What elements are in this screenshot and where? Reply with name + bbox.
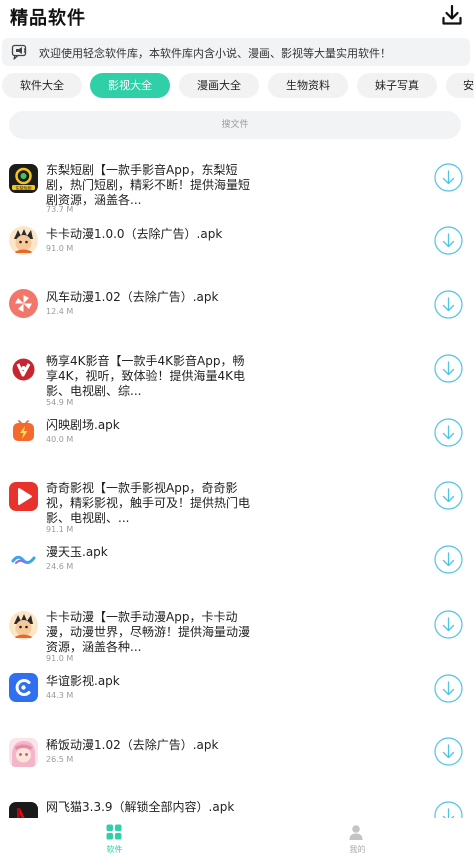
notice-bar: 欢迎使用轻念软件库，本软件库内含小说、漫画、影视等大量实用软件！ xyxy=(2,38,470,66)
download-icon[interactable] xyxy=(434,418,463,447)
user-icon xyxy=(348,824,364,840)
fengche-icon xyxy=(9,289,38,318)
app-name: 网飞猫3.3.9（解锁全部内容）.apk xyxy=(46,800,235,814)
download-icon[interactable] xyxy=(434,354,463,383)
list-item[interactable]: 奇奇影视【一款手影视App，奇奇影视，精彩影视，触手可及！提供热门电影、电视剧、… xyxy=(0,478,474,542)
tab-label: 我的 xyxy=(349,845,366,854)
list-item[interactable]: 网飞猫3.3.9（解锁全部内容）.apk xyxy=(0,800,474,818)
list-item[interactable]: 漫天玉.apk 24.6 M xyxy=(0,544,474,608)
category-tab[interactable]: 妹子写真 xyxy=(357,73,437,98)
app-name: 风车动漫1.02（去除广告）.apk xyxy=(46,290,219,304)
kaka-icon xyxy=(9,611,38,640)
list-item[interactable]: 卡卡动漫1.0.0（去除广告）.apk 91.0 M xyxy=(0,220,474,284)
download-icon[interactable] xyxy=(434,481,463,510)
list-item[interactable]: 闪映剧场.apk 40.0 M xyxy=(0,417,474,481)
tab-label: 软件 xyxy=(106,845,123,854)
qiqi-icon xyxy=(9,482,38,511)
app-size: 40.0 M xyxy=(46,435,74,444)
grid-icon xyxy=(106,824,122,840)
category-tab[interactable]: 软件大全 xyxy=(2,73,82,98)
app-name: 卡卡动漫1.0.0（去除广告）.apk xyxy=(46,227,223,241)
app-size: 26.5 M xyxy=(46,755,74,764)
app-name: 稀饭动漫1.02（去除广告）.apk xyxy=(46,738,219,752)
category-tab-active[interactable]: 影视大全 xyxy=(90,73,170,98)
kaka-icon xyxy=(9,226,38,255)
tab-mine[interactable]: 我的 xyxy=(237,818,474,858)
category-tab[interactable]: 生物资料 xyxy=(268,73,348,98)
page-title: 精品软件 xyxy=(10,8,86,29)
category-tab[interactable]: 漫画大全 xyxy=(179,73,259,98)
shanying-icon xyxy=(9,417,38,446)
download-icon[interactable] xyxy=(434,674,463,703)
app-name: 东梨短剧【一款手影音App，东梨短剧，热门短剧，精彩不断！提供海量短剧资源，涵盖… xyxy=(46,163,251,207)
app-name: 奇奇影视【一款手影视App，奇奇影视，精彩影视，触手可及！提供热门电影、电视剧、… xyxy=(46,481,251,525)
app-header: 精品软件 xyxy=(0,0,474,34)
app-name: 闪映剧场.apk xyxy=(46,418,120,432)
download-icon[interactable] xyxy=(434,737,463,766)
download-icon[interactable] xyxy=(434,163,463,192)
app-name: 华谊影视.apk xyxy=(46,674,120,688)
app-name: 漫天玉.apk xyxy=(46,545,108,559)
download-icon[interactable] xyxy=(434,545,463,574)
megaphone-icon xyxy=(11,43,29,61)
app-size: 91.1 M xyxy=(46,525,74,534)
app-size: 91.0 M xyxy=(46,654,74,663)
search-input[interactable] xyxy=(9,111,461,139)
app-size: 54.9 M xyxy=(46,398,74,407)
changxiang-icon xyxy=(9,355,38,384)
app-size: 91.0 M xyxy=(46,244,74,253)
list-item[interactable]: 卡卡动漫【一款手动漫App，卡卡动漫，动漫世界，尽畅游！提供海量动漫资源，涵盖各… xyxy=(0,607,474,671)
app-size: 12.4 M xyxy=(46,307,74,316)
download-icon[interactable] xyxy=(434,610,463,639)
app-size: 73.7 M xyxy=(46,205,74,214)
download-icon[interactable] xyxy=(434,801,463,818)
wangfeimao-icon xyxy=(9,802,38,818)
svg-text:东梨短剧: 东梨短剧 xyxy=(16,184,32,190)
list-item[interactable]: 东梨短剧 东梨短剧【一款手影音App，东梨短剧，热门短剧，精彩不断！提供海量短剧… xyxy=(0,150,474,214)
category-tabs: 软件大全 影视大全 漫画大全 生物资料 妹子写真 安 xyxy=(0,73,474,99)
list-item[interactable]: 畅享4K影音【一款手4K影音App，畅享4K，视听，致体验！提供海量4K电影、电… xyxy=(0,351,474,415)
list-item[interactable]: 风车动漫1.02（去除广告）.apk 12.4 M xyxy=(0,281,474,345)
download-icon[interactable] xyxy=(440,3,464,27)
notice-text: 欢迎使用轻念软件库，本软件库内含小说、漫画、影视等大量实用软件！ xyxy=(39,47,391,60)
category-tab[interactable]: 安 xyxy=(446,73,474,98)
bottom-tab-bar: 软件 我的 xyxy=(0,818,474,858)
tab-software[interactable]: 软件 xyxy=(0,818,237,858)
app-name: 卡卡动漫【一款手动漫App，卡卡动漫，动漫世界，尽畅游！提供海量动漫资源，涵盖各… xyxy=(46,610,251,654)
download-icon[interactable] xyxy=(434,226,463,255)
huayi-icon xyxy=(9,673,38,702)
app-name: 畅享4K影音【一款手4K影音App，畅享4K，视听，致体验！提供海量4K电影、电… xyxy=(46,354,246,398)
download-icon[interactable] xyxy=(434,290,463,319)
app-size: 24.6 M xyxy=(46,562,74,571)
list-item[interactable]: 稀饭动漫1.02（去除广告）.apk 26.5 M xyxy=(0,736,474,800)
list-item[interactable]: 华谊影视.apk 44.3 M xyxy=(0,673,474,737)
xifan-icon xyxy=(9,738,38,767)
dongli-icon: 东梨短剧 xyxy=(9,164,38,193)
mantianyu-icon xyxy=(9,544,38,573)
app-size: 44.3 M xyxy=(46,691,74,700)
app-list: 东梨短剧 东梨短剧【一款手影音App，东梨短剧，热门短剧，精彩不断！提供海量短剧… xyxy=(0,150,474,818)
